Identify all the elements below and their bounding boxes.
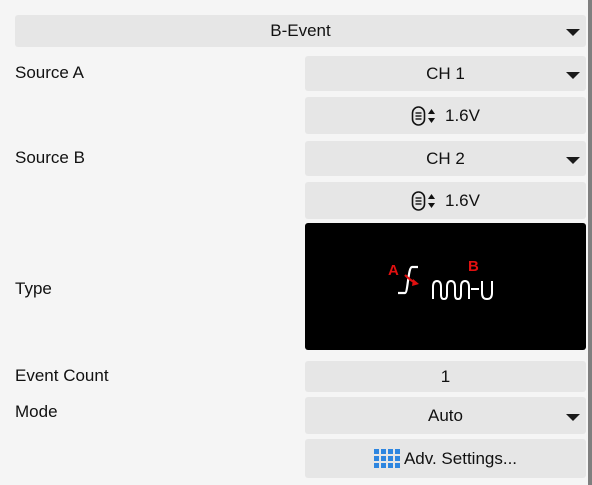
b-event-pulse-icon	[481, 281, 493, 301]
source-b-label: Source B	[15, 148, 85, 167]
source-a-value: CH 1	[426, 63, 465, 83]
adv-settings-label: Adv. Settings...	[403, 448, 518, 468]
event-trigger-waveform-icon: A B	[388, 258, 493, 301]
source-a-level-field[interactable]: 1.6V	[305, 97, 586, 134]
source-a-level-value: 1.6V	[445, 105, 480, 125]
source-b-value: CH 2	[426, 148, 465, 168]
pulse-train-icon	[432, 279, 470, 301]
marker-a-label: A	[388, 262, 399, 279]
mode-dropdown[interactable]: Auto	[305, 397, 586, 434]
event-count-field[interactable]: 1	[305, 361, 586, 392]
type-label: Type	[15, 279, 52, 298]
rising-edge-icon	[398, 265, 418, 295]
trigger-settings-panel: B-Event Source A CH 1 1.6V Source B CH 2…	[0, 0, 592, 485]
marker-b-label: B	[468, 258, 479, 275]
source-b-level-value: 1.6V	[445, 190, 480, 210]
trigger-mode-label: B-Event	[270, 21, 331, 40]
event-count-label: Event Count	[15, 366, 109, 385]
chevron-down-icon	[566, 71, 580, 79]
mode-value: Auto	[428, 405, 463, 425]
level-adjust-icon	[411, 190, 439, 212]
chevron-down-icon	[566, 413, 580, 421]
trigger-type-selector[interactable]: A B	[305, 223, 586, 350]
source-a-label: Source A	[15, 63, 84, 82]
source-b-level-field[interactable]: 1.6V	[305, 182, 586, 219]
grid-icon	[373, 449, 400, 468]
chevron-down-icon	[566, 156, 580, 164]
source-b-dropdown[interactable]: CH 2	[305, 141, 586, 176]
chevron-down-icon	[566, 29, 580, 36]
mode-label: Mode	[15, 402, 58, 421]
source-a-dropdown[interactable]: CH 1	[305, 56, 586, 91]
adv-settings-button[interactable]: Adv. Settings...	[305, 439, 586, 478]
level-adjust-icon	[411, 105, 439, 127]
trigger-mode-dropdown[interactable]: B-Event	[15, 15, 586, 47]
event-count-value: 1	[440, 366, 451, 386]
